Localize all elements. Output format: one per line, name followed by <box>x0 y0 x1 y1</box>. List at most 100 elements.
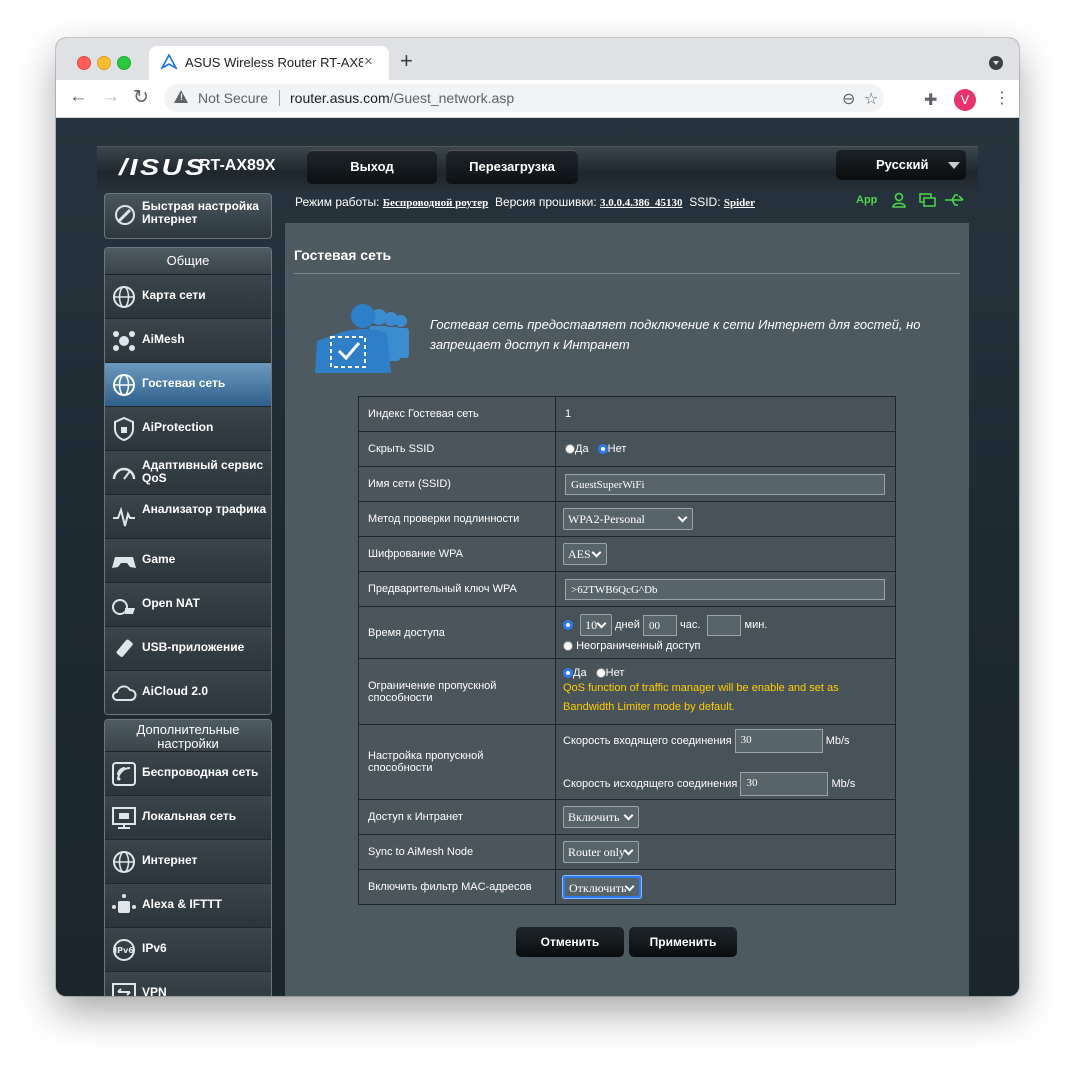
browser-menu-icon[interactable]: ⋮ <box>994 88 1010 108</box>
extensions-icon[interactable]: ✚ <box>924 90 937 110</box>
tab-search-icon[interactable] <box>989 56 1003 70</box>
sidebar-item-vpn[interactable]: VPN <box>105 972 271 996</box>
sidebar-item-wireless[interactable]: Беспроводная сеть <box>105 752 271 796</box>
profile-avatar[interactable]: V <box>954 89 976 111</box>
asus-logo: /ISUS <box>119 154 207 180</box>
back-icon[interactable]: ← <box>69 86 88 108</box>
tab-strip: ASUS Wireless Router RT-AX89X × + <box>56 38 1019 80</box>
nat-icon <box>112 599 135 615</box>
firmware-link[interactable]: 3.0.0.4.386_45130 <box>600 197 683 209</box>
globe-icon <box>113 286 135 308</box>
browser-window: ASUS Wireless Router RT-AX89X × + ← → ↻ … <box>56 38 1019 996</box>
url-text[interactable]: router.asus.com/Guest_network.asp <box>290 90 514 106</box>
ssid-link[interactable]: Spider <box>724 197 755 209</box>
auth-method-select[interactable]: WPA2-Personal <box>563 508 693 530</box>
qos-note: QoS function of traffic manager will be … <box>563 681 839 713</box>
alexa-icon <box>112 894 136 913</box>
main-content: Гостевая сеть Гостевая сеть предоставляе… <box>285 223 969 996</box>
devices-icon[interactable] <box>919 192 936 208</box>
table-row: Настройка пропускной способности Скорост… <box>358 724 896 800</box>
user-status-icon[interactable] <box>891 192 907 208</box>
ssid-input[interactable]: GuestSuperWiFi <box>565 473 885 495</box>
access-time-limited-radio[interactable] <box>563 620 573 630</box>
wifi-icon <box>112 762 136 786</box>
tab-close-icon[interactable]: × <box>364 53 373 70</box>
table-row: Скрыть SSID Да Нет <box>358 431 896 467</box>
sidebar-item-network-map[interactable]: Карта сети <box>105 275 271 319</box>
guest-settings-table: Индекс Гостевая сеть 1 Скрыть SSID Да Не… <box>358 396 896 905</box>
table-row: Ограничение пропускной способности Да Не… <box>358 658 896 725</box>
sidebar-item-ipv6[interactable]: IPv6 IPv6 <box>105 928 271 972</box>
router-page: /ISUS RT-AX89X Выход Перезагрузка Русски… <box>56 118 1019 996</box>
hours-input[interactable]: 00 <box>642 614 677 636</box>
upload-rate-input[interactable]: 30 <box>740 771 829 796</box>
usb-icon <box>116 639 133 657</box>
minutes-input[interactable] <box>707 614 742 636</box>
minimize-window-button[interactable] <box>97 56 111 70</box>
reload-icon[interactable]: ↻ <box>133 86 149 109</box>
language-select[interactable]: Русский <box>836 150 966 180</box>
zoom-window-button[interactable] <box>117 56 131 70</box>
hide-ssid-yes-radio[interactable] <box>565 444 575 455</box>
quick-setup-button[interactable]: Быстрая настройка Интернет <box>104 193 272 239</box>
sidebar-item-qos[interactable]: Адаптивный сервис QoS <box>105 451 271 495</box>
hide-ssid-no-radio[interactable] <box>597 444 608 455</box>
download-rate-input[interactable]: 30 <box>734 728 823 753</box>
app-link[interactable]: App <box>856 194 877 206</box>
usb-status-icon[interactable] <box>944 193 966 207</box>
general-menu: Общие Карта сети AiMesh Гостевая сеть Ai… <box>104 247 272 715</box>
access-time-unlimited-radio[interactable] <box>563 641 573 652</box>
ipv6-icon: IPv6 <box>113 939 135 961</box>
sidebar-item-traffic-analyzer[interactable]: Анализатор трафика <box>105 495 271 539</box>
wpa-encryption-select[interactable]: AES <box>563 543 607 565</box>
sidebar-item-open-nat[interactable]: Open NAT <box>105 583 271 627</box>
logout-button[interactable]: Выход <box>307 150 437 184</box>
security-label[interactable]: Not Secure <box>198 90 268 106</box>
zoom-icon[interactable]: ⊖ <box>842 89 855 109</box>
top-banner: /ISUS RT-AX89X Выход Перезагрузка Русски… <box>97 146 978 189</box>
browser-tab[interactable]: ASUS Wireless Router RT-AX89X × <box>149 46 389 80</box>
index-value: 1 <box>555 396 896 432</box>
apply-button[interactable]: Применить <box>629 927 737 957</box>
table-row: Включить фильтр MAC-адресов Отключить <box>358 869 896 905</box>
guest-users-icon <box>315 304 409 373</box>
asus-favicon-icon <box>161 54 177 70</box>
advanced-menu: Дополнительные настройки Беспроводная се… <box>104 719 272 996</box>
sidebar-item-usb[interactable]: USB-приложение <box>105 627 271 671</box>
bookmark-star-icon[interactable]: ☆ <box>864 89 878 109</box>
sidebar-item-lan[interactable]: Локальная сеть <box>105 796 271 840</box>
close-window-button[interactable] <box>77 56 91 70</box>
shield-icon <box>114 416 134 442</box>
table-row: Время доступа 10 дней 00 час. мин. Неогр… <box>358 606 896 659</box>
cancel-button[interactable]: Отменить <box>516 927 624 957</box>
sidebar-item-aicloud[interactable]: AiCloud 2.0 <box>105 671 271 714</box>
wpa-key-input[interactable]: >62TWB6QcG^Db <box>565 578 885 600</box>
mac-filter-select[interactable]: Отключить <box>563 876 641 898</box>
operation-mode-link[interactable]: Беспроводной роутер <box>383 197 489 209</box>
days-select[interactable]: 10 <box>580 614 613 636</box>
quick-setup-label: Быстрая настройка Интернет <box>142 199 259 226</box>
reboot-button[interactable]: Перезагрузка <box>446 150 578 184</box>
table-row: Доступ к Интранет Включить <box>358 799 896 835</box>
bw-limit-yes-radio[interactable] <box>563 667 573 678</box>
sidebar-item-game[interactable]: Game <box>105 539 271 583</box>
sidebar-item-aimesh[interactable]: AiMesh <box>105 319 271 363</box>
table-row: Sync to AiMesh Node Router only <box>358 834 896 870</box>
description-text: Гостевая сеть предоставляет подключение … <box>430 317 921 352</box>
chevron-down-icon <box>948 162 960 169</box>
sidebar-item-aiprotection[interactable]: AiProtection <box>105 407 271 451</box>
forward-icon[interactable]: → <box>101 86 120 108</box>
table-row: Индекс Гостевая сеть 1 <box>358 396 896 432</box>
table-row: Имя сети (SSID) GuestSuperWiFi <box>358 466 896 502</box>
sidebar-item-guest-network[interactable]: Гостевая сеть <box>105 363 271 407</box>
sidebar-item-alexa-ifttt[interactable]: Alexa & IFTTT <box>105 884 271 928</box>
aimesh-sync-select[interactable]: Router only <box>563 841 639 863</box>
tab-title: ASUS Wireless Router RT-AX89X <box>185 55 363 70</box>
address-bar[interactable]: ! Not Secure router.asus.com/Guest_netwo… <box>164 84 884 112</box>
intranet-access-select[interactable]: Включить <box>563 806 639 828</box>
bw-limit-no-radio[interactable] <box>595 667 606 678</box>
table-row: Метод проверки подлинности WPA2-Personal <box>358 501 896 537</box>
sidebar-item-internet[interactable]: Интернет <box>105 840 271 884</box>
new-tab-button[interactable]: + <box>400 48 413 74</box>
wand-icon <box>115 205 135 225</box>
